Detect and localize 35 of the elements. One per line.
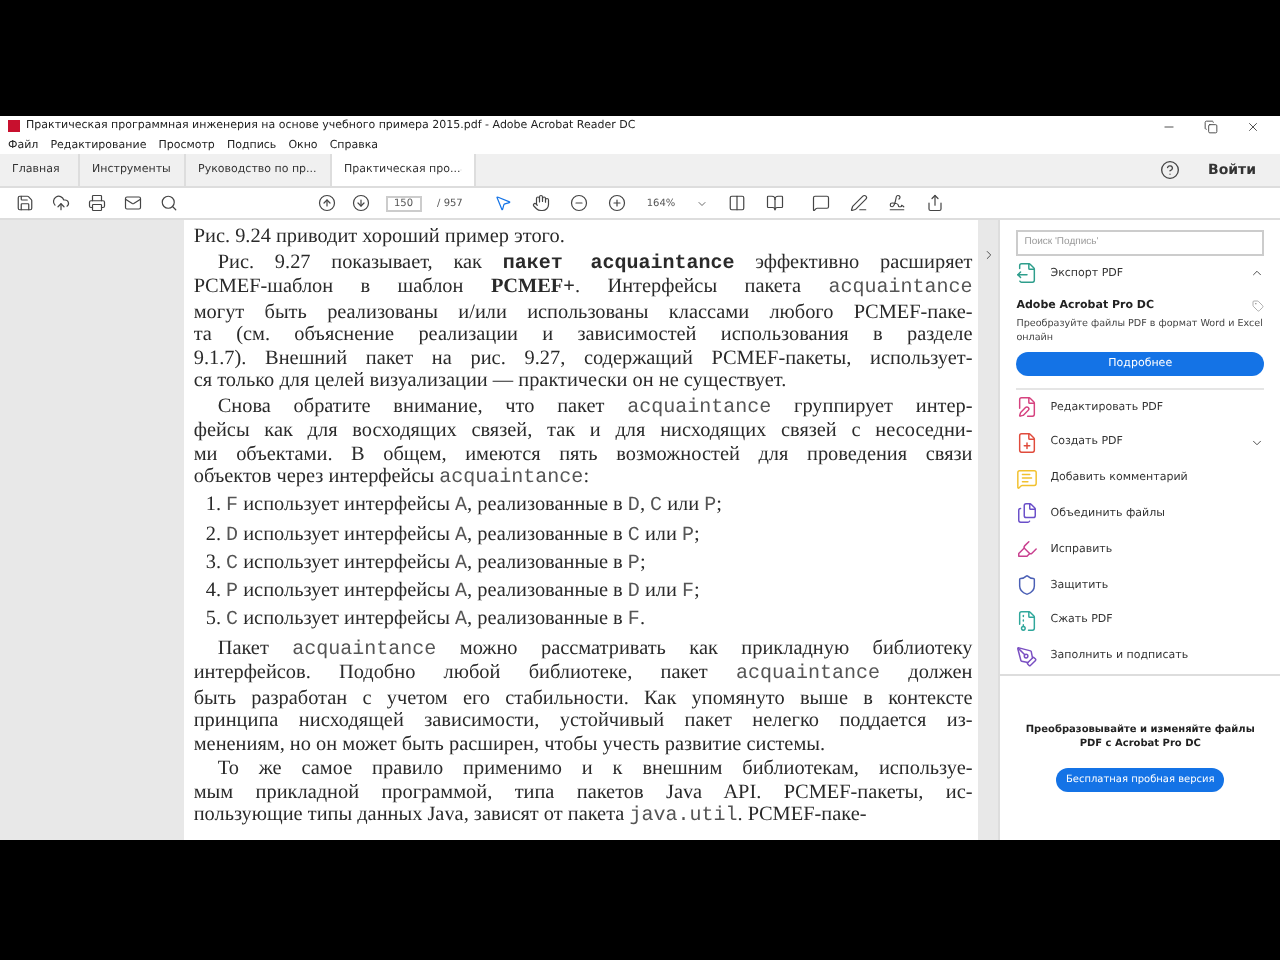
save-icon[interactable] xyxy=(16,194,34,212)
sign-icon[interactable] xyxy=(887,194,906,212)
collapse-icon[interactable] xyxy=(1250,266,1265,281)
search-icon[interactable] xyxy=(160,194,178,212)
list-item: 5. C использует интерфейсы A, реализованные в F. xyxy=(203,608,647,634)
paragraph: Рис. 9.24 приводит хороший пример этого. xyxy=(193,226,567,249)
paragraph: Рис. 9.27 показывает, как пакет acquaintance эффективно расширяет PCMEF-шаблон в шаблон PCMEF+. Интерфейсы пакета acquaintance могут быть реализованы и/или использованы классами любого PCMEF-паке- та (см. объяснение реализации и зависимостей использования в разделе 9.1.7). Внешний пакет на рис. 9.27, содержащий PCMEF-пакеты, использует- ся только для целей визуализации — практически он не существует. xyxy=(193,251,973,393)
restore-icon[interactable] xyxy=(1204,119,1218,133)
expand-panel-icon[interactable] xyxy=(981,248,996,262)
read-mode-icon[interactable] xyxy=(765,194,784,212)
pointer-icon[interactable] xyxy=(494,194,513,212)
list-item: 1. F использует интерфейсы A, реализованные в D, C или P; xyxy=(203,494,724,520)
mail-icon[interactable] xyxy=(124,194,142,212)
close-icon[interactable] xyxy=(1246,119,1260,133)
tag-icon xyxy=(1252,299,1265,312)
expand-icon[interactable] xyxy=(1250,435,1265,450)
share-icon[interactable] xyxy=(925,194,944,212)
paragraph: Пакет acquaintance можно рассматривать как прикладную библиотеку интерфейсов. Подобно любой библиотеке, пакет acquaintance должен быть разработан с учетом его стабильности. Как упомянуто выше в контексте принципа нисходящей зависимости, устойчивый пакет нелегко поддается из- менениям, но он может быть расширен, чтобы учесть развитие системы. xyxy=(193,637,973,757)
print-icon[interactable] xyxy=(88,194,106,212)
zoom-out-icon[interactable] xyxy=(570,194,589,212)
help-icon[interactable] xyxy=(1159,160,1180,180)
pen-icon[interactable] xyxy=(849,194,868,212)
hand-icon[interactable] xyxy=(532,194,551,212)
page-down-icon[interactable] xyxy=(352,194,370,212)
page-up-icon[interactable] xyxy=(318,194,336,212)
list-item: 4. P использует интерфейсы A, реализованные в D или F; xyxy=(203,580,702,606)
paragraph: То же самое правило применимо и к внешним библиотекам, используе- мым прикладной программой, типа пакетов Java API. PCMEF-пакеты, ис- пользующие типы данных Java, зависят от пакета java.util. PCMEF-паке- xyxy=(193,758,973,830)
list-item: 2. D использует интерфейсы A, реализованные в C или P; xyxy=(203,523,702,549)
zoom-in-icon[interactable] xyxy=(608,194,627,212)
fit-page-icon[interactable] xyxy=(727,194,746,212)
cloud-upload-icon[interactable] xyxy=(52,194,70,212)
app-icon xyxy=(8,120,20,132)
comment-icon[interactable] xyxy=(811,194,830,212)
list-item: 3. C использует интерфейсы A, реализованные в P; xyxy=(203,551,648,577)
paragraph: Снова обратите внимание, что пакет acquaintance группирует интер- фейсы как для восходящих связей, так и для нисходящих связей с несоседни- ми объектами. В общем, имеются пять возможностей для проведения связи объектов через интерфейсы acquaintance: xyxy=(193,395,973,491)
